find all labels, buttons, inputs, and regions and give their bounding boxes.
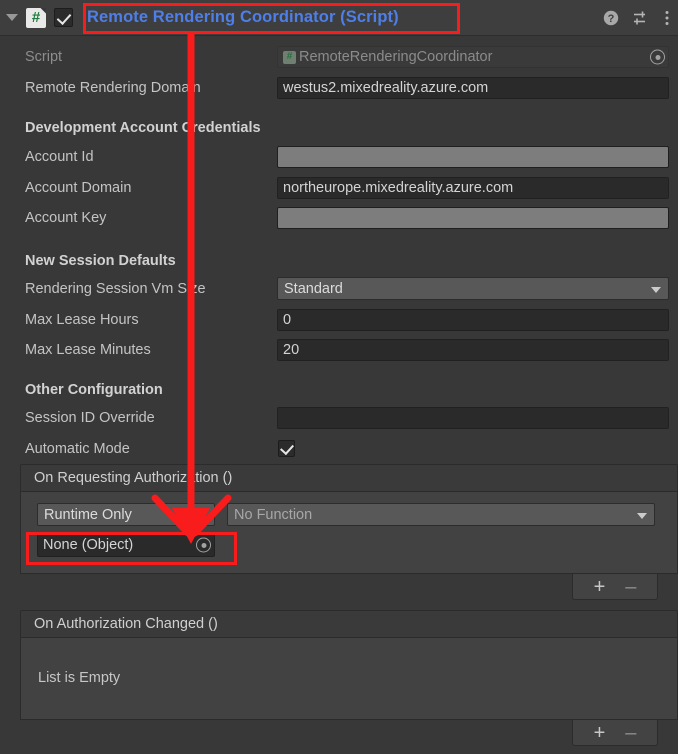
section-heading-new-session-defaults: New Session Defaults bbox=[25, 253, 176, 269]
section-heading-development-account-credentials: Development Account Credentials bbox=[25, 120, 261, 136]
event-header-on-authorization-changed: On Authorization Changed () bbox=[20, 610, 678, 638]
component-header: # Remote Rendering Coordinator (Script) … bbox=[0, 0, 678, 36]
label-account-domain: Account Domain bbox=[25, 180, 132, 196]
add-listener-button[interactable]: + bbox=[594, 577, 606, 597]
label-script: Script bbox=[25, 49, 63, 65]
row-session-id-override: Session ID Override bbox=[0, 405, 678, 431]
row-remote-rendering-domain: Remote Rendering Domain westus2.mixedrea… bbox=[0, 75, 678, 101]
chevron-down-icon bbox=[637, 512, 647, 519]
row-automatic-mode: Automatic Mode bbox=[0, 436, 678, 462]
row-rendering-session-vm-size: Rendering Session Vm Size Standard bbox=[0, 276, 678, 302]
function-value: No Function bbox=[234, 506, 313, 523]
object-picker-icon[interactable] bbox=[196, 537, 211, 553]
call-state-dropdown[interactable]: Runtime Only bbox=[37, 503, 215, 526]
event-title-on-authorization-changed: On Authorization Changed () bbox=[34, 616, 218, 632]
csharp-mini-icon: # bbox=[283, 50, 296, 64]
component-title: Remote Rendering Coordinator (Script) bbox=[87, 8, 399, 26]
label-automatic-mode: Automatic Mode bbox=[25, 441, 130, 457]
rendering-session-vm-size-dropdown[interactable]: Standard bbox=[277, 277, 669, 300]
event-body-on-authorization-changed: List is Empty bbox=[20, 638, 678, 720]
event-body-on-requesting-authorization: Runtime Only No Function None (Object) bbox=[20, 492, 678, 574]
account-domain-value: northeurope.mixedreality.azure.com bbox=[283, 180, 514, 196]
row-max-lease-minutes: Max Lease Minutes 20 bbox=[0, 337, 678, 363]
unity-inspector-panel: # Remote Rendering Coordinator (Script) … bbox=[0, 0, 678, 754]
event-header-on-requesting-authorization: On Requesting Authorization () bbox=[20, 464, 678, 492]
target-object-field[interactable]: None (Object) bbox=[37, 533, 215, 557]
max-lease-minutes-input[interactable]: 20 bbox=[277, 339, 669, 361]
section-heading-other-configuration: Other Configuration bbox=[25, 382, 163, 398]
session-id-override-input[interactable] bbox=[277, 407, 669, 429]
preset-icon[interactable] bbox=[633, 10, 650, 26]
empty-list-text: List is Empty bbox=[38, 670, 121, 686]
script-value: RemoteRenderingCoordinator bbox=[299, 49, 493, 65]
help-icon[interactable]: ? bbox=[603, 10, 619, 26]
event-title-on-requesting-authorization: On Requesting Authorization () bbox=[34, 470, 233, 486]
row-account-id: Account Id bbox=[0, 144, 678, 170]
chevron-down-icon bbox=[197, 512, 207, 519]
max-lease-hours-value: 0 bbox=[283, 312, 292, 328]
row-max-lease-hours: Max Lease Hours 0 bbox=[0, 307, 678, 333]
event-footer-on-requesting-authorization: + – bbox=[572, 574, 658, 600]
add-listener-button[interactable]: + bbox=[594, 723, 606, 743]
more-menu-icon[interactable] bbox=[664, 10, 670, 26]
remove-listener-button[interactable]: – bbox=[625, 723, 636, 743]
chevron-down-icon bbox=[651, 286, 661, 293]
header-icon-group: ? bbox=[603, 0, 670, 36]
remove-listener-button[interactable]: – bbox=[625, 577, 636, 597]
account-key-input[interactable] bbox=[277, 207, 669, 229]
max-lease-hours-input[interactable]: 0 bbox=[277, 309, 669, 331]
label-remote-rendering-domain: Remote Rendering Domain bbox=[25, 80, 201, 96]
svg-text:?: ? bbox=[608, 13, 615, 25]
csharp-script-icon: # bbox=[26, 7, 46, 28]
function-dropdown[interactable]: No Function bbox=[227, 503, 655, 526]
object-picker-icon[interactable] bbox=[650, 49, 665, 65]
max-lease-minutes-value: 20 bbox=[283, 342, 300, 358]
label-account-key: Account Key bbox=[25, 210, 107, 226]
remote-rendering-domain-value: westus2.mixedreality.azure.com bbox=[283, 80, 489, 96]
account-id-input[interactable] bbox=[277, 146, 669, 168]
event-footer-on-authorization-changed: + – bbox=[572, 720, 658, 746]
component-enabled-checkbox[interactable] bbox=[54, 8, 73, 27]
label-max-lease-minutes: Max Lease Minutes bbox=[25, 342, 151, 358]
row-account-domain: Account Domain northeurope.mixedreality.… bbox=[0, 175, 678, 201]
script-object-field[interactable]: # RemoteRenderingCoordinator bbox=[277, 46, 669, 68]
row-script: Script # RemoteRenderingCoordinator bbox=[0, 44, 678, 70]
label-account-id: Account Id bbox=[25, 149, 94, 165]
foldout-toggle-icon[interactable] bbox=[0, 0, 24, 36]
row-account-key: Account Key bbox=[0, 205, 678, 231]
label-session-id-override: Session ID Override bbox=[25, 410, 155, 426]
automatic-mode-checkbox[interactable] bbox=[278, 440, 295, 457]
rendering-session-vm-size-value: Standard bbox=[284, 280, 343, 297]
remote-rendering-domain-input[interactable]: westus2.mixedreality.azure.com bbox=[277, 77, 669, 99]
chevron-down-icon bbox=[6, 14, 18, 21]
label-rendering-session-vm-size: Rendering Session Vm Size bbox=[25, 281, 206, 297]
account-domain-input[interactable]: northeurope.mixedreality.azure.com bbox=[277, 177, 669, 199]
call-state-value: Runtime Only bbox=[44, 506, 132, 523]
label-max-lease-hours: Max Lease Hours bbox=[25, 312, 139, 328]
target-object-value: None (Object) bbox=[43, 537, 134, 553]
